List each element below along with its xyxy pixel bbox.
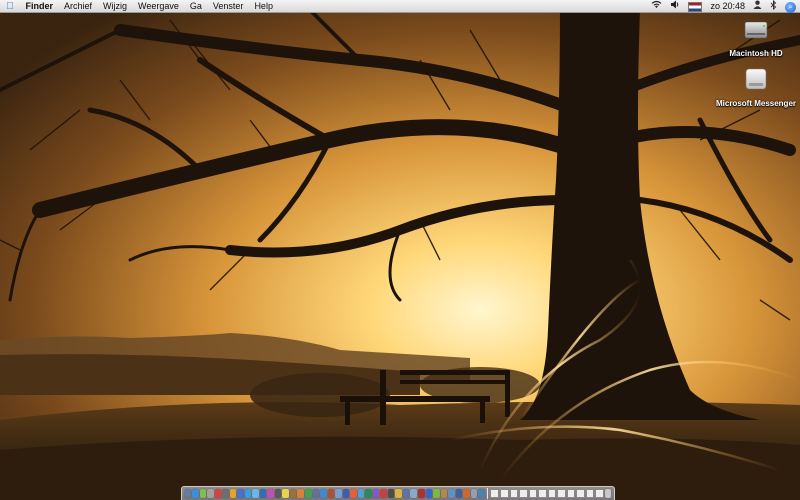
dock-minimized-window[interactable] xyxy=(595,489,604,498)
dock-minimized-window[interactable] xyxy=(519,489,528,498)
dock-app-icon[interactable] xyxy=(342,489,350,498)
dock-app-icon[interactable] xyxy=(305,489,312,498)
hard-drive-icon xyxy=(743,16,769,42)
dock-app-icon[interactable] xyxy=(335,489,342,498)
dock-app-icon[interactable] xyxy=(448,489,455,498)
dock-app-icon[interactable] xyxy=(372,489,380,498)
menu-wijzig[interactable]: Wijzig xyxy=(98,0,133,12)
menu-help[interactable]: Help xyxy=(249,0,279,12)
flag-nl-icon[interactable] xyxy=(684,0,706,12)
trash-icon[interactable] xyxy=(604,489,612,498)
menu-ga[interactable]: Ga xyxy=(184,0,207,12)
clock[interactable]: zo 20:48 xyxy=(706,0,749,12)
dock-separator xyxy=(487,488,488,499)
menu-app-finder[interactable]: Finder xyxy=(20,0,59,12)
dock-app-icon[interactable] xyxy=(478,489,485,498)
dock-minimized-window[interactable] xyxy=(490,489,499,498)
disk-image-icon xyxy=(743,66,769,92)
dock-minimized-window[interactable] xyxy=(557,489,566,498)
dock-app-icon[interactable] xyxy=(440,489,448,498)
desktop-wallpaper xyxy=(0,0,800,500)
menu-archief[interactable]: Archief xyxy=(59,0,98,12)
dock-minimized-window[interactable] xyxy=(566,489,576,498)
dock-app-icon[interactable] xyxy=(199,489,207,498)
dock-app-icon[interactable] xyxy=(184,489,192,498)
dock-app-icon[interactable] xyxy=(282,489,289,498)
dock-app-icon[interactable] xyxy=(229,489,237,498)
dock-app-icon[interactable] xyxy=(327,489,335,498)
dock-app-icon[interactable] xyxy=(387,489,395,498)
dock-app-icon[interactable] xyxy=(244,489,252,498)
dock-app-icon[interactable] xyxy=(274,489,282,498)
dock-minimized-window[interactable] xyxy=(576,489,585,498)
dock-minimized-window[interactable] xyxy=(547,489,557,498)
dock-app-icon[interactable] xyxy=(312,489,320,498)
dock-app-icon[interactable] xyxy=(365,489,372,498)
dock-minimized-window[interactable] xyxy=(528,489,538,498)
spotlight-icon[interactable]: ⌕ xyxy=(781,0,800,13)
dock-app-icon[interactable] xyxy=(259,489,267,498)
bluetooth-icon[interactable] xyxy=(766,0,781,13)
dock-app-icon[interactable] xyxy=(402,489,410,498)
dock-app-icon[interactable] xyxy=(214,489,222,498)
dock-app-icon[interactable] xyxy=(463,489,470,498)
dock-app-icon[interactable] xyxy=(470,489,478,498)
dock-app-icon[interactable] xyxy=(222,489,229,498)
dock-app-icon[interactable] xyxy=(357,489,365,498)
dock-minimized-window[interactable] xyxy=(585,489,595,498)
dock-app-icon[interactable] xyxy=(433,489,440,498)
dock-app-icon[interactable] xyxy=(410,489,417,498)
apple-menu-icon[interactable]:  xyxy=(0,1,20,12)
dock-app-icon[interactable] xyxy=(237,489,244,498)
dock-minimized-window[interactable] xyxy=(509,489,519,498)
dock-app-icon[interactable] xyxy=(297,489,304,498)
desktop-icon-label: Macintosh HD xyxy=(729,49,783,58)
dock-app-icon[interactable] xyxy=(395,489,402,498)
dock-app-icon[interactable] xyxy=(425,489,433,498)
menu-venster[interactable]: Venster xyxy=(207,0,249,12)
dock-app-icon[interactable] xyxy=(289,489,297,498)
dock-app-icon[interactable] xyxy=(252,489,259,498)
dock-app-icon[interactable] xyxy=(350,489,357,498)
dock-minimized-window[interactable] xyxy=(500,489,509,498)
dock-app-icon[interactable] xyxy=(192,489,199,498)
dock-app-icon[interactable] xyxy=(267,489,274,498)
dock-app-icon[interactable] xyxy=(320,489,327,498)
dock xyxy=(181,486,615,500)
menu-weergave[interactable]: Weergave xyxy=(133,0,185,12)
dock-app-icon[interactable] xyxy=(207,489,214,498)
volume-icon[interactable] xyxy=(666,0,684,12)
dock-app-icon[interactable] xyxy=(417,489,425,498)
user-icon[interactable] xyxy=(749,0,766,12)
desktop-icon-macintosh-hd[interactable]: Macintosh HD xyxy=(711,16,800,58)
dock-app-icon[interactable] xyxy=(455,489,463,498)
wifi-icon[interactable] xyxy=(647,0,666,12)
menu-extras: zo 20:48 ⌕ xyxy=(647,0,800,13)
desktop-icon-label: Microsoft Messenger xyxy=(715,99,797,108)
dock-minimized-window[interactable] xyxy=(538,489,547,498)
desktop-icon-microsoft-messenger[interactable]: Microsoft Messenger xyxy=(711,66,800,108)
dock-app-icon[interactable] xyxy=(380,489,387,498)
menu-bar:  Finder Archief Wijzig Weergave Ga Vens… xyxy=(0,0,800,13)
